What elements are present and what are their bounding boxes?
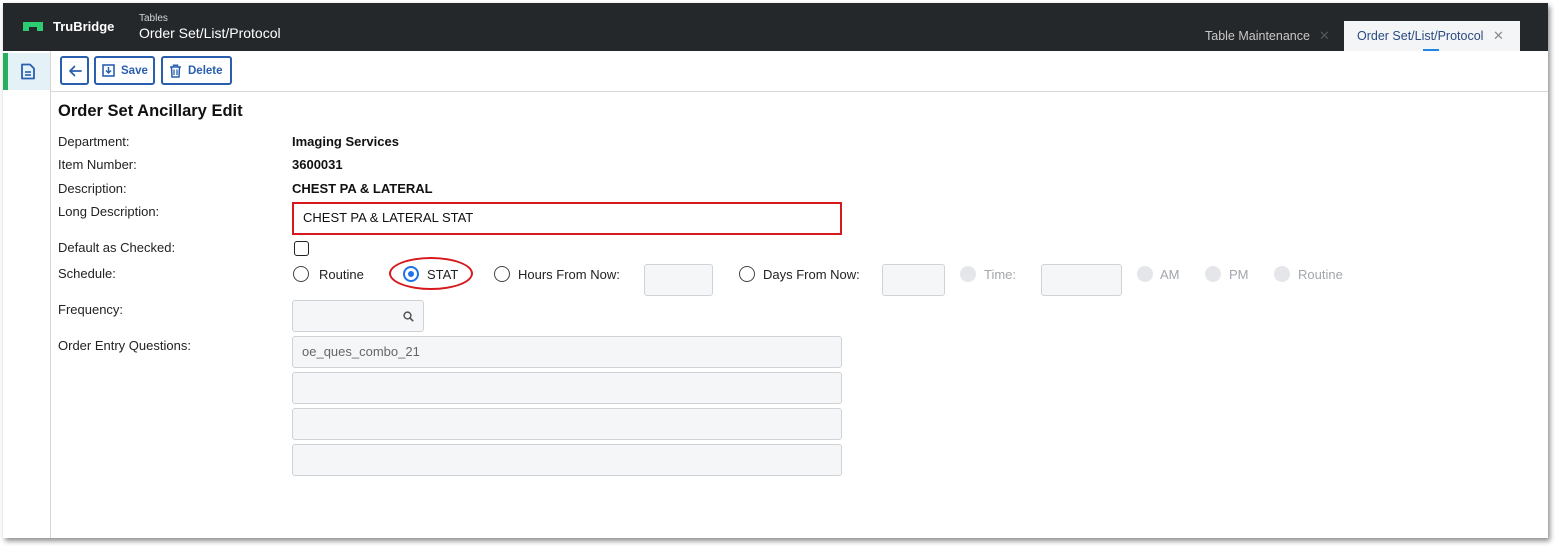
description-label: Description: [58, 181, 127, 196]
oe-question-input-4[interactable] [292, 444, 842, 476]
default-checked-label: Default as Checked: [58, 240, 176, 255]
tab-order-set-list-protocol[interactable]: Order Set/List/Protocol ✕ [1344, 21, 1520, 51]
schedule-pm-label: PM [1229, 267, 1249, 282]
schedule-routine2-radio[interactable] [1274, 266, 1290, 282]
app-window: TruBridge Tables Order Set/List/Protocol… [3, 3, 1548, 538]
close-icon[interactable]: ✕ [1493, 21, 1504, 51]
tab-label: Order Set/List/Protocol [1357, 29, 1484, 43]
trash-icon [170, 64, 181, 78]
default-checked-checkbox[interactable] [294, 241, 309, 256]
arrow-left-icon [69, 65, 82, 76]
schedule-pm-radio[interactable] [1205, 266, 1221, 282]
toolbar: Save Delete [51, 51, 1548, 92]
schedule-days-radio[interactable] [739, 266, 755, 282]
save-icon [102, 64, 115, 77]
frequency-lookup-input[interactable] [292, 300, 424, 332]
back-button[interactable] [60, 56, 89, 85]
schedule-hours-label[interactable]: Hours From Now: [518, 267, 620, 282]
oe-question-input-2[interactable] [292, 372, 842, 404]
time-input[interactable] [1041, 264, 1122, 296]
schedule-days-label[interactable]: Days From Now: [763, 267, 860, 282]
item-number-value: 3600031 [292, 157, 343, 172]
close-icon[interactable]: ✕ [1319, 21, 1330, 51]
document-icon [21, 63, 35, 80]
description-value: CHEST PA & LATERAL [292, 181, 433, 196]
page-title: Order Set Ancillary Edit [58, 102, 243, 120]
oe-question-input-1[interactable]: oe_ques_combo_21 [292, 336, 842, 368]
page-breadcrumb-title: Order Set/List/Protocol [139, 25, 281, 41]
schedule-hours-radio[interactable] [494, 266, 510, 282]
item-number-label: Item Number: [58, 157, 137, 172]
schedule-time-label: Time: [984, 267, 1017, 282]
stat-highlight-annotation [389, 257, 473, 290]
oe-question-input-3[interactable] [292, 408, 842, 440]
department-value: Imaging Services [292, 134, 399, 149]
tab-label: Table Maintenance [1205, 29, 1310, 43]
schedule-time-radio[interactable] [960, 266, 976, 282]
delete-label: Delete [188, 64, 223, 77]
department-label: Department: [58, 134, 130, 149]
save-button[interactable]: Save [94, 56, 155, 85]
long-description-input[interactable]: CHEST PA & LATERAL STAT [292, 202, 842, 235]
search-icon[interactable] [403, 311, 414, 322]
schedule-routine-radio[interactable] [293, 266, 309, 282]
schedule-routine-label[interactable]: Routine [319, 267, 364, 282]
brand-name: TruBridge [53, 19, 115, 34]
schedule-label: Schedule: [58, 266, 116, 281]
rail-document-button[interactable] [3, 53, 50, 90]
days-from-now-input[interactable] [882, 264, 945, 296]
delete-button[interactable]: Delete [161, 56, 232, 85]
trubridge-logo-icon [23, 22, 43, 31]
top-header: TruBridge Tables Order Set/List/Protocol… [3, 3, 1548, 51]
breadcrumb-parent[interactable]: Tables [139, 13, 168, 24]
order-entry-questions-label: Order Entry Questions: [58, 338, 191, 353]
tab-table-maintenance[interactable]: Table Maintenance ✕ [1193, 21, 1335, 51]
frequency-label: Frequency: [58, 302, 124, 317]
left-rail [3, 51, 51, 538]
hours-from-now-input[interactable] [644, 264, 713, 296]
save-label: Save [121, 64, 148, 77]
schedule-am-radio[interactable] [1137, 266, 1153, 282]
schedule-routine2-label: Routine [1298, 267, 1343, 282]
long-description-label: Long Description: [58, 204, 160, 219]
schedule-am-label: AM [1160, 267, 1180, 282]
